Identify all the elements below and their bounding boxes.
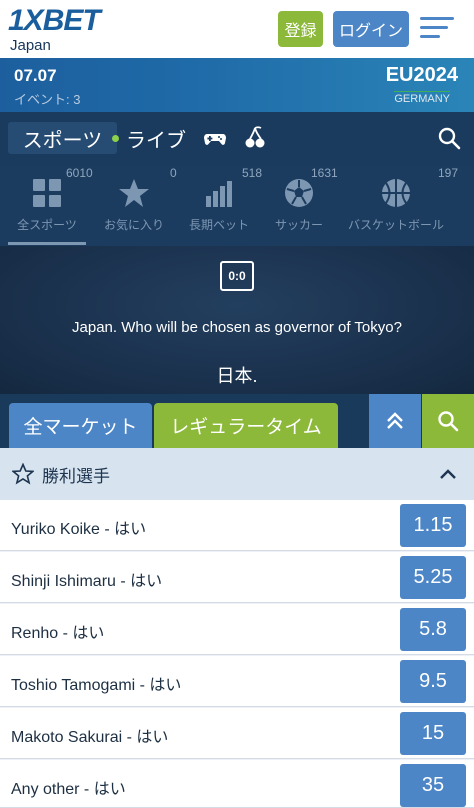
- search-icon: [438, 411, 459, 432]
- category-soccer[interactable]: 1631 サッカー: [269, 166, 338, 246]
- market-title: 勝利選手: [42, 467, 110, 486]
- outcome-name: Yuriko Koike - はい: [11, 521, 147, 538]
- list-item: Shinji Ishimaru - はい 5.25: [0, 552, 474, 603]
- category-count: 1631: [311, 166, 338, 180]
- score-box: 0:0: [220, 261, 254, 291]
- category-count: 0: [170, 166, 177, 180]
- top-header: 1XBET Japan 登録 ログイン: [0, 0, 474, 58]
- list-item: Toshio Tamogami - はい 9.5: [0, 656, 474, 707]
- list-item: Renho - はい 5.8: [0, 604, 474, 655]
- list-item: Makoto Sakurai - はい 15: [0, 708, 474, 759]
- category-count: 197: [438, 166, 459, 180]
- tab-live-label: ライブ: [126, 129, 186, 152]
- live-indicator-icon: [112, 134, 119, 142]
- register-button[interactable]: 登録: [278, 11, 323, 47]
- market-search-button[interactable]: [422, 394, 474, 448]
- hamburger-menu-icon[interactable]: [420, 17, 454, 39]
- outcome-name: Makoto Sakurai - はい: [11, 729, 169, 746]
- main-nav: スポーツ ライブ: [0, 112, 474, 166]
- promo-date: 07.07: [14, 66, 57, 85]
- odds-button[interactable]: 1.15: [400, 504, 466, 547]
- outcome-name: Any other - はい: [11, 781, 126, 798]
- login-button[interactable]: ログイン: [333, 11, 409, 47]
- outcome-name: Toshio Tamogami - はい: [11, 677, 182, 694]
- category-label: サッカー: [274, 218, 323, 232]
- odds-button[interactable]: 15: [400, 712, 466, 755]
- category-label: 全スポーツ: [17, 218, 77, 232]
- tab-live[interactable]: ライブ: [112, 122, 186, 154]
- odds-button[interactable]: 5.25: [400, 556, 466, 599]
- category-all-sports[interactable]: 6010 全スポーツ: [5, 166, 93, 246]
- category-count: 518: [242, 166, 263, 180]
- category-label: バスケットボール: [347, 218, 444, 232]
- category-count: 6010: [66, 166, 93, 180]
- region-label: Japan: [10, 37, 51, 54]
- chevron-up-icon[interactable]: [438, 464, 458, 489]
- promo-subtitle: GERMANY: [394, 91, 450, 105]
- promo-event-count: イベント: 3: [14, 92, 81, 107]
- event-title: Japan. Who will be chosen as governor of…: [72, 319, 402, 336]
- outcome-name: Renho - はい: [11, 625, 105, 642]
- favorite-star-icon[interactable]: [11, 462, 35, 490]
- tab-regular-time[interactable]: レギュラータイム: [154, 403, 338, 448]
- category-basketball[interactable]: 197 バスケットボール: [346, 166, 458, 246]
- event-country: 日本.: [216, 366, 258, 386]
- tab-all-markets[interactable]: 全マーケット: [9, 403, 152, 448]
- star-icon: [118, 178, 150, 213]
- odds-button[interactable]: 5.8: [400, 608, 466, 651]
- event-header: 0:0 Japan. Who will be chosen as governo…: [0, 246, 474, 394]
- grid-icon: [32, 178, 62, 213]
- search-icon[interactable]: [437, 126, 463, 152]
- soccer-ball-icon: [284, 178, 314, 213]
- odds-button[interactable]: 9.5: [400, 660, 466, 703]
- esports-gamepad-icon[interactable]: [203, 126, 229, 152]
- category-label: 長期ベット: [188, 218, 249, 232]
- promo-banner[interactable]: 07.07 イベント: 3 EU2024 GERMANY: [0, 58, 474, 112]
- brand-logo[interactable]: 1XBET: [8, 4, 101, 38]
- list-item: Any other - はい 35: [0, 760, 474, 808]
- category-favorites[interactable]: 0 お気に入り: [100, 166, 177, 246]
- bar-chart-icon: [204, 178, 234, 213]
- outcome-name: Shinji Ishimaru - はい: [11, 573, 163, 590]
- market-tabs-bar: 全マーケット レギュラータイム: [0, 394, 474, 448]
- basketball-icon: [381, 178, 411, 213]
- active-category-underline: [8, 242, 86, 245]
- promo-title: EU2024: [385, 64, 458, 86]
- slots-cherry-icon[interactable]: [243, 126, 269, 152]
- collapse-all-button[interactable]: [369, 394, 421, 448]
- category-label: お気に入り: [103, 218, 164, 232]
- sport-categories: 6010 全スポーツ 0 お気に入り 518 長期ベット 1631 サッカー 1…: [0, 166, 474, 246]
- double-chevron-up-icon: [387, 412, 403, 429]
- market-group-header[interactable]: 勝利選手: [0, 448, 474, 500]
- tab-sports[interactable]: スポーツ: [8, 122, 117, 154]
- list-item: Yuriko Koike - はい 1.15: [0, 500, 474, 551]
- odds-button[interactable]: 35: [400, 764, 466, 807]
- category-long-term[interactable]: 518 長期ベット: [186, 166, 262, 246]
